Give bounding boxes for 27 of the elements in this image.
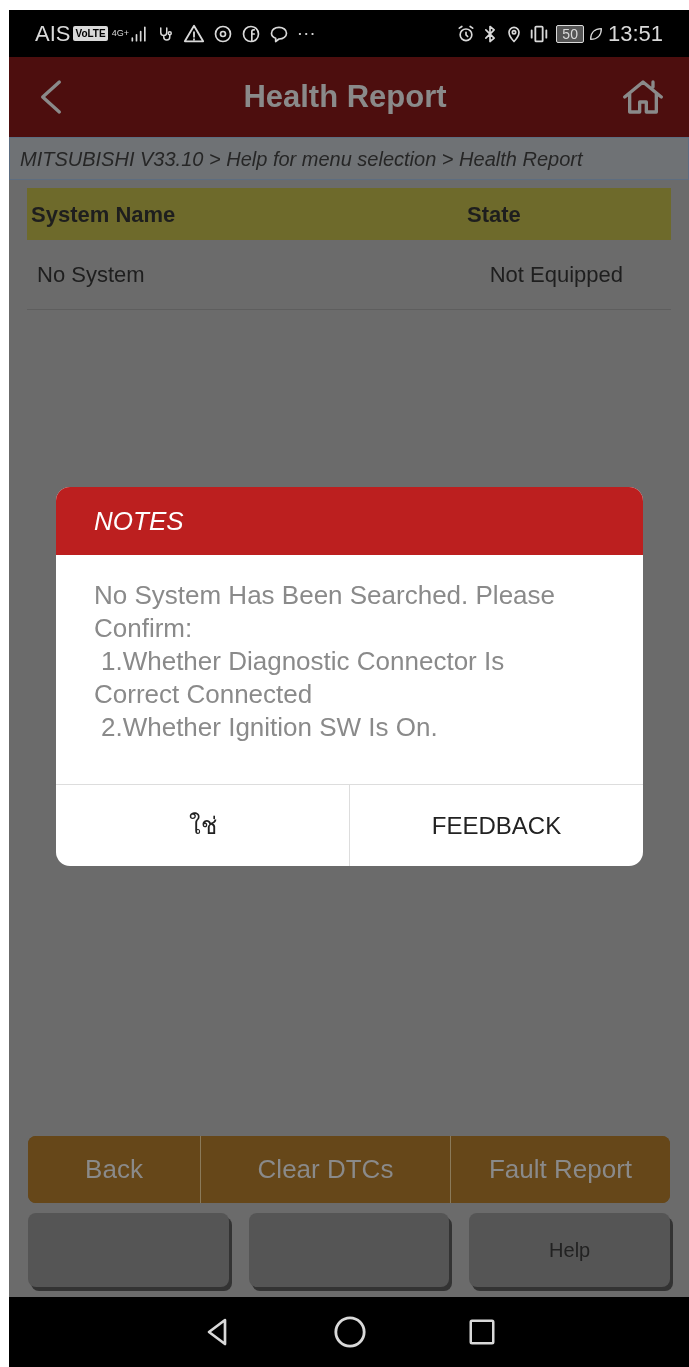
page-title: Health Report — [242, 77, 448, 116]
home-button[interactable] — [621, 77, 665, 117]
battery-indicator: 50 — [556, 24, 584, 43]
dialog-message: 2.Whether Ignition SW Is On. — [100, 711, 439, 744]
home-icon — [621, 77, 665, 117]
browser-icon — [212, 23, 233, 44]
social-icon — [240, 23, 261, 44]
dialog-message: No System Has Been Searched. Please Confirm: — [94, 579, 557, 645]
action-button[interactable]: Fault Report — [450, 1136, 670, 1203]
table-cell-text: No System — [37, 261, 146, 289]
home-circle-icon — [333, 1315, 367, 1349]
dialog-message: 1.Whether Diagnostic Connector Is Correct Connected — [94, 645, 506, 711]
dialog-button[interactable]: ใช่ — [56, 785, 349, 866]
clock-time: 13:51 — [607, 20, 663, 48]
carrier-name: AIS — [35, 20, 71, 48]
dialog-button[interactable]: FEEDBACK — [349, 785, 643, 866]
column-header: State — [467, 200, 522, 229]
warning-icon — [182, 22, 205, 45]
breadcrumb-bar: MITSUBISHI V33.10 > Help for menu selection > Health Report — [9, 137, 689, 180]
leaf-icon — [587, 25, 604, 42]
more-icon — [296, 31, 315, 36]
network-type: 4G+ — [111, 29, 129, 38]
dialog-title: NOTES — [94, 504, 184, 538]
column-header: System Name — [31, 200, 177, 229]
recents-square-icon — [467, 1317, 497, 1347]
volte-badge: VoLTE — [73, 26, 108, 41]
table-cell-text: Not Equipped — [489, 261, 624, 289]
